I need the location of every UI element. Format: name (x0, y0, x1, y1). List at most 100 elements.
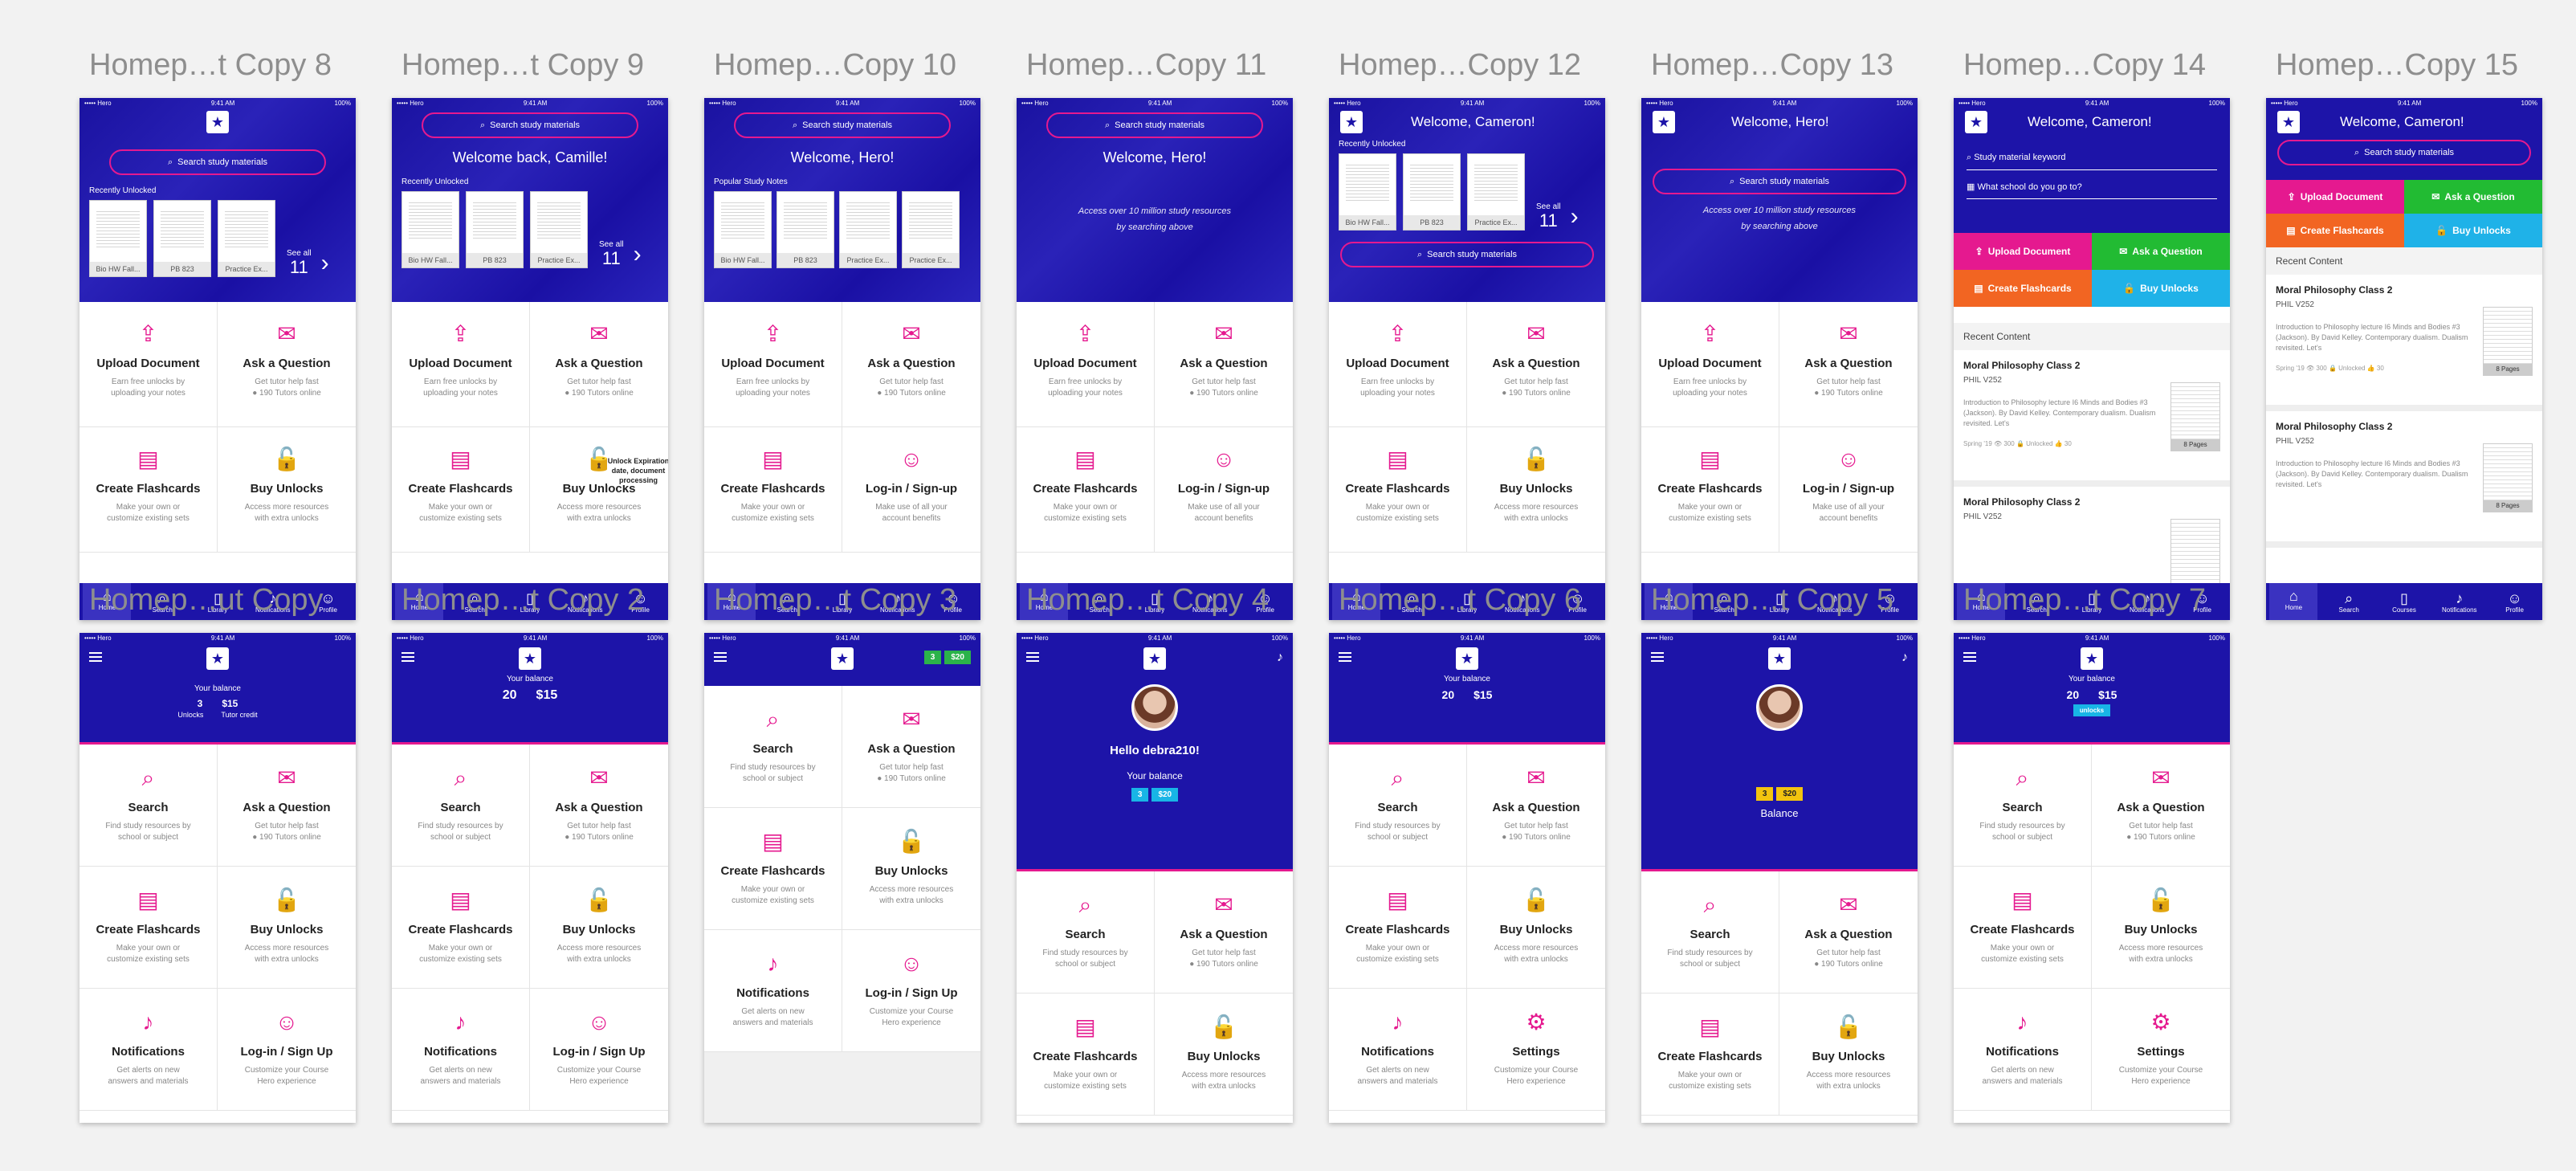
doc-thumb[interactable]: PB 823 (776, 191, 834, 268)
search-input[interactable]: ⌕ Search study materials (422, 112, 638, 138)
buy-unlocks-tile[interactable]: 🔓 Buy Unlocks Access more resources with ex… (1779, 994, 1918, 1116)
buy-unlocks-tile[interactable]: 🔓 Buy Unlocks Access more resources with ex… (530, 427, 668, 553)
search-input[interactable]: ⌕ Search study materials (1653, 169, 1906, 194)
buy-unlocks-tile[interactable]: 🔓 Buy Unlocks Access more resources with ex… (218, 867, 356, 989)
chevron-right-icon[interactable]: › (634, 241, 642, 268)
avatar[interactable] (1756, 684, 1803, 731)
doc-thumb[interactable]: Bio HW Fall... (89, 200, 147, 277)
chevron-right-icon[interactable]: › (1571, 203, 1579, 231)
notifications-tile[interactable]: ♪ Notifications Get alerts on new answers a… (79, 989, 218, 1111)
login-signup-tile[interactable]: ☺ Log-in / Sign-up Make use of all your acc… (1779, 427, 1918, 553)
create-flashcards-tile[interactable]: ▤ Create Flashcards Make your own or custom… (79, 867, 218, 989)
quick-buy-button[interactable]: 🔓 Buy Unlocks (2404, 214, 2542, 247)
doc-thumb[interactable]: PB 823 (153, 200, 211, 277)
search-input[interactable]: ⌕ Search study materials (734, 112, 951, 138)
create-flashcards-tile[interactable]: ▤ Create Flashcards Make your own or custom… (1329, 867, 1467, 989)
quick-ask-button[interactable]: ✉ Ask a Question (2092, 233, 2230, 270)
upload-document-tile[interactable]: ⇪ Upload Document Earn free unlocks by uplo… (1329, 302, 1467, 427)
content-card[interactable]: Moral Philosophy Class 2 PHIL V252 Introdu… (2266, 275, 2542, 411)
search-tile[interactable]: ⌕ Search Find study resources by school or … (1954, 745, 2092, 867)
buy-unlocks-tile[interactable]: 🔓 Buy Unlocks Access more resources with ex… (1467, 427, 1605, 553)
ask-question-tile[interactable]: ✉ Ask a Question Get tutor help fast ● 190 … (1467, 745, 1605, 867)
course-hero-logo-icon[interactable]: ★ (1653, 111, 1675, 133)
course-hero-logo-icon[interactable]: ★ (1456, 647, 1478, 670)
menu-icon[interactable] (1963, 652, 1976, 662)
create-flashcards-tile[interactable]: ▤ Create Flashcards Make your own or custom… (704, 427, 842, 553)
ask-question-tile[interactable]: ✉ Ask a Question Get tutor help fast ● 190 … (1155, 871, 1293, 994)
tab-profile[interactable]: ☺ Profile (2491, 590, 2539, 614)
login-signup-tile[interactable]: ☺ Log-in / Sign Up Customize your Course He… (530, 989, 668, 1111)
ask-question-tile[interactable]: ✉ Ask a Question Get tutor help fast ● 190 … (218, 302, 356, 427)
menu-icon[interactable] (1026, 652, 1039, 662)
search-input[interactable]: ⌕ Search study materials (2277, 140, 2531, 165)
ask-question-tile[interactable]: ✉ Ask a Question Get tutor help fast ● 190 … (1155, 302, 1293, 427)
course-hero-logo-icon[interactable]: ★ (2277, 111, 2300, 133)
see-all-link[interactable]: See all 11 (599, 240, 624, 268)
content-card[interactable]: Moral Philosophy Class 2 PHIL V252 Introdu… (1954, 350, 2230, 487)
ask-question-tile[interactable]: ✉ Ask a Question Get tutor help fast ● 190 … (2092, 745, 2230, 867)
ask-question-tile[interactable]: ✉ Ask a Question Get tutor help fast ● 190 … (530, 302, 668, 427)
course-hero-logo-icon[interactable]: ★ (1965, 111, 1987, 133)
chevron-right-icon[interactable]: › (321, 250, 329, 277)
search-tile[interactable]: ⌕ Search Find study resources by school or … (392, 745, 530, 867)
buy-unlocks-tile[interactable]: 🔓 Buy Unlocks Access more resources with ex… (2092, 867, 2230, 989)
see-all-link[interactable]: See all 11 (1536, 202, 1561, 231)
course-hero-logo-icon[interactable]: ★ (1768, 647, 1791, 670)
create-flashcards-tile[interactable]: ▤ Create Flashcards Make your own or custom… (1641, 427, 1779, 553)
buy-unlocks-tile[interactable]: 🔓 Buy Unlocks Access more resources with ex… (1155, 994, 1293, 1116)
create-flashcards-tile[interactable]: ▤ Create Flashcards Make your own or custom… (1017, 994, 1155, 1116)
search-tile[interactable]: ⌕ Search Find study resources by school or … (704, 686, 842, 808)
doc-thumb[interactable]: Practice Ex... (902, 191, 960, 268)
ask-question-tile[interactable]: ✉ Ask a Question Get tutor help fast ● 190 … (1779, 871, 1918, 994)
course-hero-logo-icon[interactable]: ★ (2081, 647, 2103, 670)
menu-icon[interactable] (401, 652, 414, 662)
quick-upload-button[interactable]: ⇪ Upload Document (2266, 180, 2404, 214)
buy-unlocks-tile[interactable]: 🔓 Buy Unlocks Access more resources with ex… (530, 867, 668, 989)
search-tile[interactable]: ⌕ Search Find study resources by school or … (1329, 745, 1467, 867)
create-flashcards-tile[interactable]: ▤ Create Flashcards Make your own or custom… (704, 808, 842, 930)
course-hero-logo-icon[interactable]: ★ (519, 647, 541, 670)
buy-unlocks-tile[interactable]: 🔓 Buy Unlocks Access more resources with ex… (1467, 867, 1605, 989)
buy-unlocks-tile[interactable]: 🔓 Buy Unlocks Access more resources with ex… (218, 427, 356, 553)
doc-thumb[interactable]: Practice Ex... (1467, 153, 1525, 231)
search-input[interactable]: ⌕ Search study materials (1340, 242, 1594, 267)
doc-thumb[interactable]: Bio HW Fall... (714, 191, 772, 268)
course-hero-logo-icon[interactable]: ★ (831, 647, 854, 670)
avatar[interactable] (1131, 684, 1178, 731)
login-signup-tile[interactable]: ☺ Log-in / Sign Up Customize your Course He… (218, 989, 356, 1111)
upload-document-tile[interactable]: ⇪ Upload Document Earn free unlocks by uplo… (1017, 302, 1155, 427)
notifications-tile[interactable]: ♪ Notifications Get alerts on new answers a… (1329, 989, 1467, 1111)
ask-question-tile[interactable]: ✉ Ask a Question Get tutor help fast ● 190 … (1467, 302, 1605, 427)
tab-search[interactable]: ⌕ Search (2325, 590, 2373, 614)
upload-document-tile[interactable]: ⇪ Upload Document Earn free unlocks by uplo… (704, 302, 842, 427)
ask-question-tile[interactable]: ✉ Ask a Question Get tutor help fast ● 190 … (530, 745, 668, 867)
doc-thumb[interactable]: Practice Ex... (530, 191, 588, 268)
course-hero-logo-icon[interactable]: ★ (1340, 111, 1363, 133)
ask-question-tile[interactable]: ✉ Ask a Question Get tutor help fast ● 190 … (842, 302, 980, 427)
search-input[interactable]: ⌕ Search study materials (1046, 112, 1263, 138)
create-flashcards-tile[interactable]: ▤ Create Flashcards Make your own or custom… (392, 427, 530, 553)
menu-icon[interactable] (89, 652, 102, 662)
login-signup-tile[interactable]: ☺ Log-in / Sign-up Make use of all your acc… (842, 427, 980, 553)
search-tile[interactable]: ⌕ Search Find study resources by school or … (1641, 871, 1779, 994)
ask-question-tile[interactable]: ✉ Ask a Question Get tutor help fast ● 190 … (218, 745, 356, 867)
ask-question-tile[interactable]: ✉ Ask a Question Get tutor help fast ● 190 … (1779, 302, 1918, 427)
doc-thumb[interactable]: Bio HW Fall... (401, 191, 459, 268)
notifications-tile[interactable]: ♪ Notifications Get alerts on new answers a… (704, 930, 842, 1052)
settings-tile[interactable]: ⚙ Settings Customize your Course Hero exper… (2092, 989, 2230, 1111)
search-tile[interactable]: ⌕ Search Find study resources by school or … (79, 745, 218, 867)
upload-document-tile[interactable]: ⇪ Upload Document Earn free unlocks by uplo… (79, 302, 218, 427)
doc-thumb[interactable]: PB 823 (1403, 153, 1461, 231)
see-all-link[interactable]: See all 11 (287, 249, 312, 277)
course-hero-logo-icon[interactable]: ★ (1143, 647, 1166, 670)
tab-notifications[interactable]: ♪ Notifications (2435, 590, 2484, 614)
keyword-input[interactable]: ⌕ Study material keyword (1967, 146, 2217, 170)
quick-upload-button[interactable]: ⇪ Upload Document (1954, 233, 2092, 270)
bell-icon[interactable]: ♪ (1277, 651, 1283, 665)
content-card[interactable]: Moral Philosophy Class 2 PHIL V252 Introdu… (2266, 411, 2542, 548)
quick-flashcards-button[interactable]: ▤ Create Flashcards (2266, 214, 2404, 247)
settings-tile[interactable]: ⚙ Settings Customize your Course Hero exper… (1467, 989, 1605, 1111)
notifications-tile[interactable]: ♪ Notifications Get alerts on new answers a… (1954, 989, 2092, 1111)
doc-thumb[interactable]: Practice Ex... (218, 200, 275, 277)
tab-home[interactable]: ⌂ Home (2269, 583, 2318, 620)
